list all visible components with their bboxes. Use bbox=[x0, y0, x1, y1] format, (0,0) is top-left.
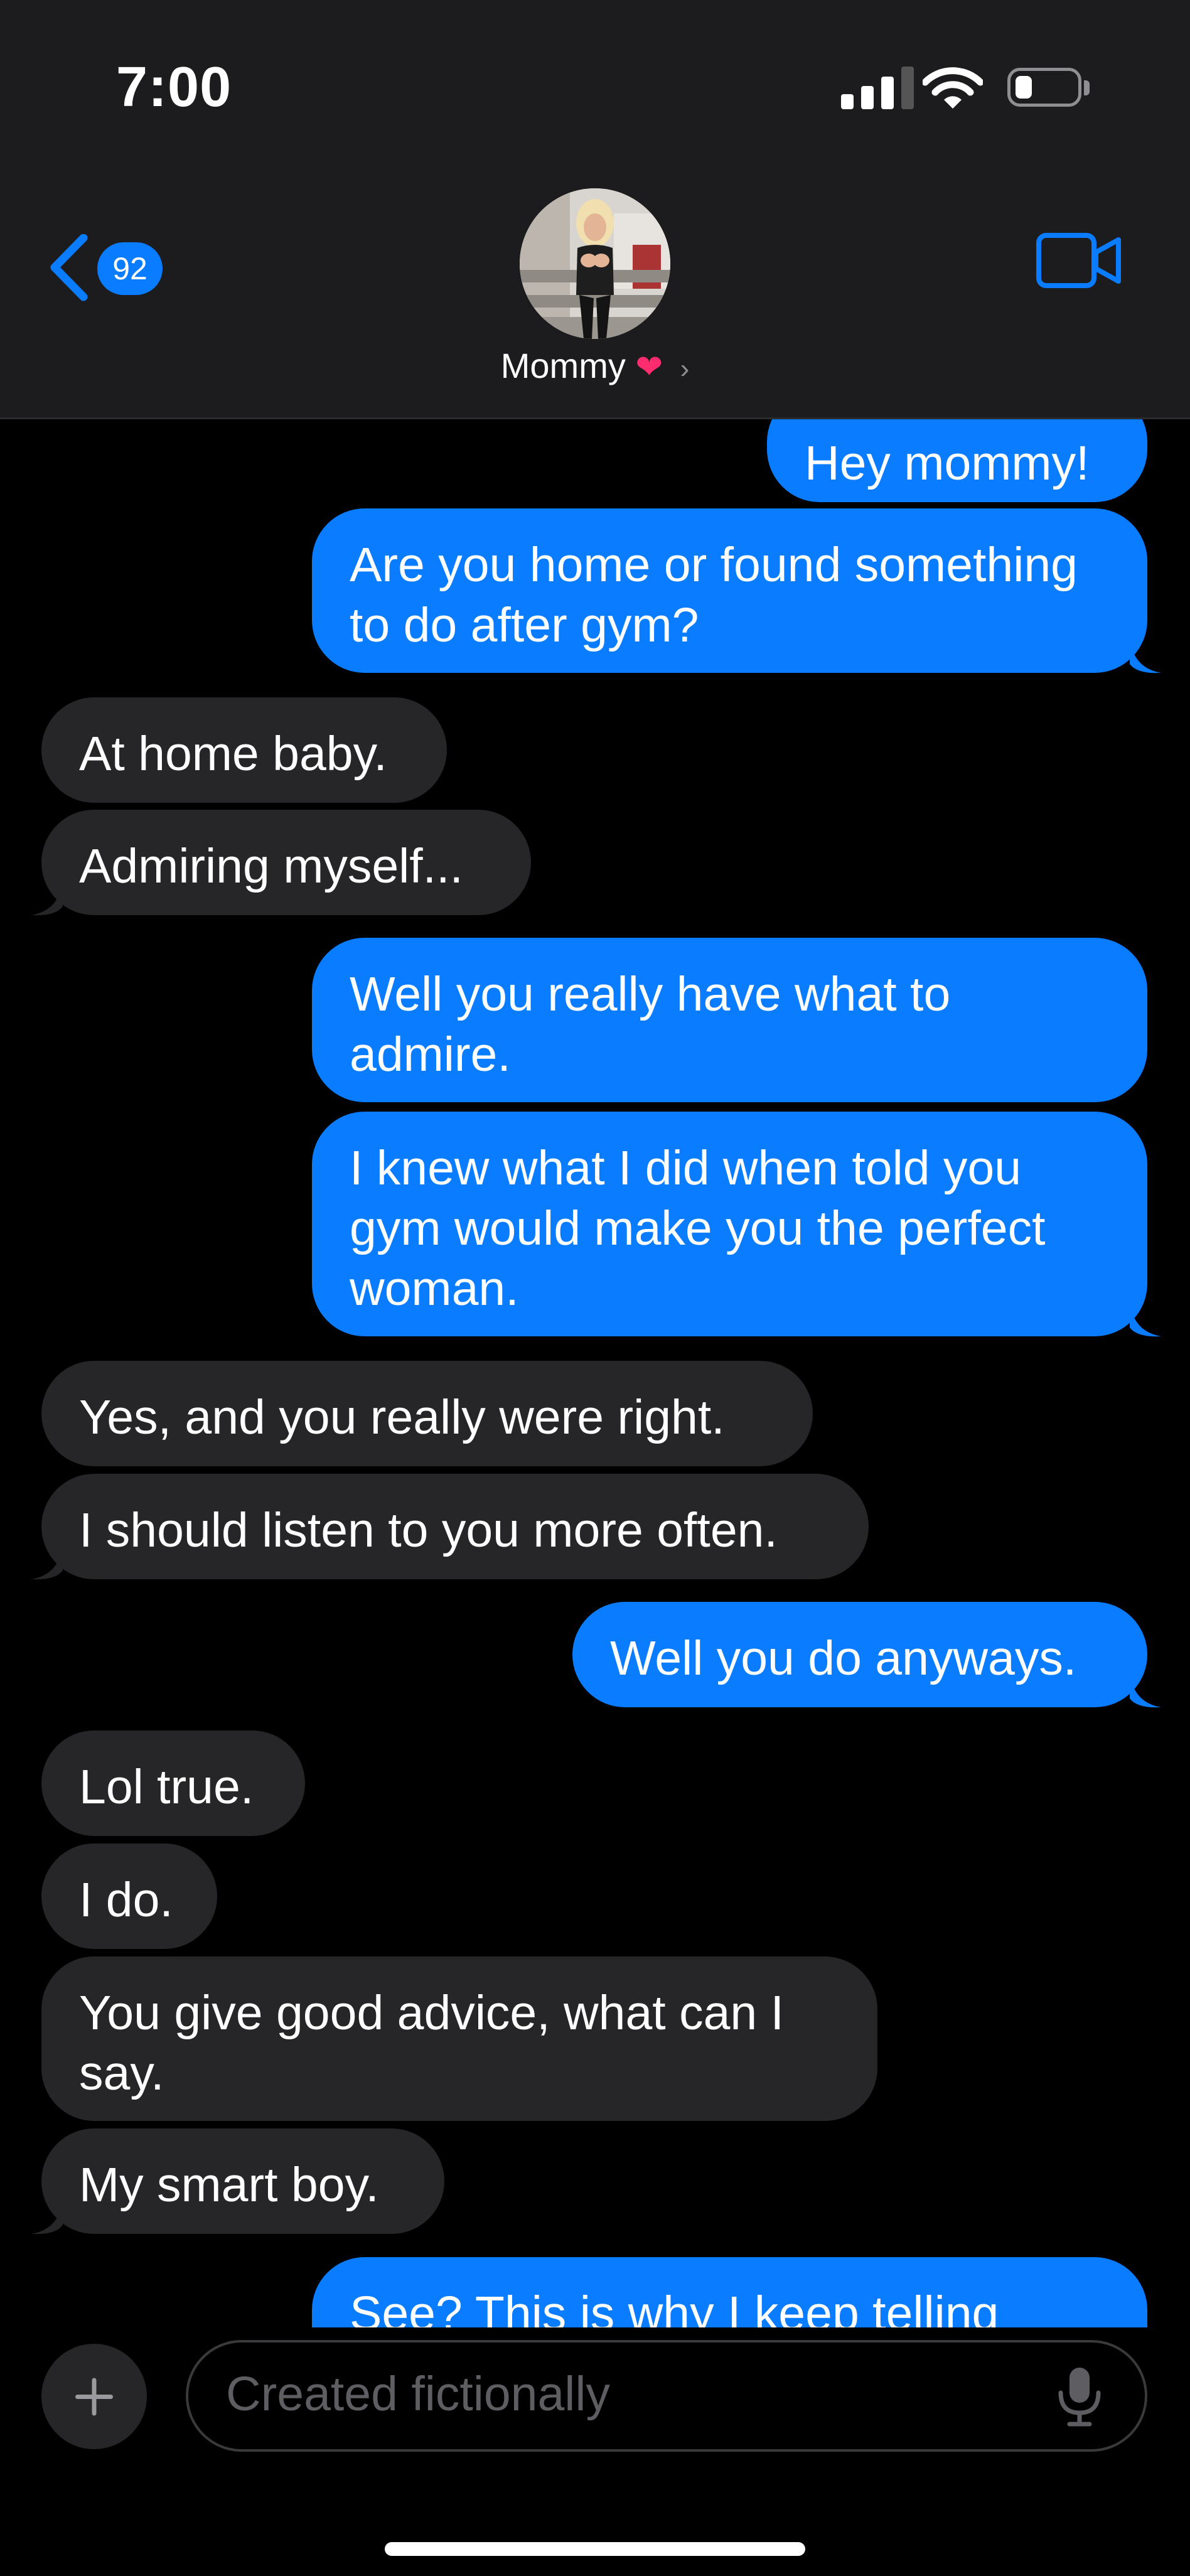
message-text: Lol true. bbox=[79, 1760, 254, 1814]
back-button[interactable]: 92 bbox=[47, 231, 185, 306]
message-text: Well you do anyways. bbox=[610, 1631, 1077, 1685]
message-bubble-sent[interactable]: I knew what I did when told you gym woul… bbox=[312, 1112, 1147, 1336]
message-bubble-received[interactable]: My smart boy. bbox=[41, 2128, 444, 2234]
chevron-right-icon: › bbox=[680, 353, 690, 384]
message-bubble-received[interactable]: Admiring myself... bbox=[41, 810, 531, 915]
message-bubble-sent[interactable]: Well you do anyways. bbox=[572, 1602, 1147, 1707]
message-input[interactable]: Created fictionally bbox=[186, 2340, 1147, 2452]
message-bubble-sent[interactable]: Are you home or found something to do af… bbox=[312, 508, 1147, 673]
conversation-header: 92 Mommy ❤ › bbox=[0, 163, 1190, 419]
battery-cap bbox=[1084, 80, 1090, 95]
unread-count-badge: 92 bbox=[97, 242, 163, 295]
battery-icon bbox=[1007, 68, 1081, 107]
bubble-tail bbox=[31, 1543, 63, 1580]
bubble-tail bbox=[31, 879, 63, 916]
status-bar: 7:00 bbox=[0, 0, 1190, 163]
message-bubble-received[interactable]: Yes, and you really were right. bbox=[41, 1361, 813, 1466]
message-bubble-sent[interactable]: Well you really have what to admire. bbox=[312, 938, 1147, 1102]
message-text: Hey mommy! bbox=[805, 436, 1090, 490]
message-text: You give good advice, what can I say. bbox=[79, 1986, 785, 2100]
message-text: At home baby. bbox=[79, 727, 387, 781]
message-text: I do. bbox=[79, 1873, 173, 1927]
message-text: I should listen to you more often. bbox=[79, 1503, 778, 1557]
contact-avatar[interactable] bbox=[520, 188, 670, 339]
contact-name: Mommy bbox=[500, 346, 626, 385]
video-camera-icon[interactable] bbox=[1036, 232, 1123, 289]
message-text: Yes, and you really were right. bbox=[79, 1390, 725, 1444]
message-bubble-sent[interactable]: See? This is why I keep telling bbox=[312, 2257, 1147, 2327]
plus-icon[interactable] bbox=[41, 2344, 147, 2449]
message-bubble-received[interactable]: I do. bbox=[41, 1843, 217, 1949]
back-chevron-icon bbox=[50, 234, 88, 301]
bubble-tail bbox=[1130, 636, 1161, 674]
bubble-tail bbox=[1130, 1300, 1161, 1337]
message-input-placeholder: Created fictionally bbox=[226, 2367, 611, 2421]
avatar-image bbox=[520, 188, 670, 339]
status-time: 7:00 bbox=[116, 56, 232, 119]
message-bubble-sent[interactable]: Hey mommy! bbox=[767, 419, 1147, 502]
message-thread[interactable]: Hey mommy! Are you home or found somethi… bbox=[0, 419, 1190, 2327]
message-bubble-received[interactable]: I should listen to you more often. bbox=[41, 1474, 869, 1579]
message-text: See? This is why I keep telling bbox=[350, 2287, 999, 2327]
message-text: Are you home or found something to do af… bbox=[350, 538, 1078, 652]
message-bubble-received[interactable]: Lol true. bbox=[41, 1731, 305, 1836]
microphone-icon[interactable] bbox=[1054, 2365, 1105, 2428]
heart-emoji: ❤ bbox=[635, 349, 663, 385]
message-text: I knew what I did when told you gym woul… bbox=[350, 1141, 1046, 1316]
message-bubble-received[interactable]: At home baby. bbox=[41, 697, 447, 803]
message-text: My smart boy. bbox=[79, 2158, 379, 2212]
compose-bar: Created fictionally bbox=[0, 2327, 1190, 2576]
wifi-icon bbox=[923, 67, 983, 109]
bubble-tail bbox=[31, 2198, 63, 2235]
home-indicator[interactable] bbox=[385, 2542, 805, 2556]
message-text: Well you really have what to admire. bbox=[350, 967, 951, 1081]
bubble-tail bbox=[1130, 1671, 1161, 1708]
message-text: Admiring myself... bbox=[79, 839, 463, 893]
contact-name-row[interactable]: Mommy ❤ › bbox=[0, 345, 1190, 386]
message-bubble-received[interactable]: You give good advice, what can I say. bbox=[41, 1956, 877, 2121]
